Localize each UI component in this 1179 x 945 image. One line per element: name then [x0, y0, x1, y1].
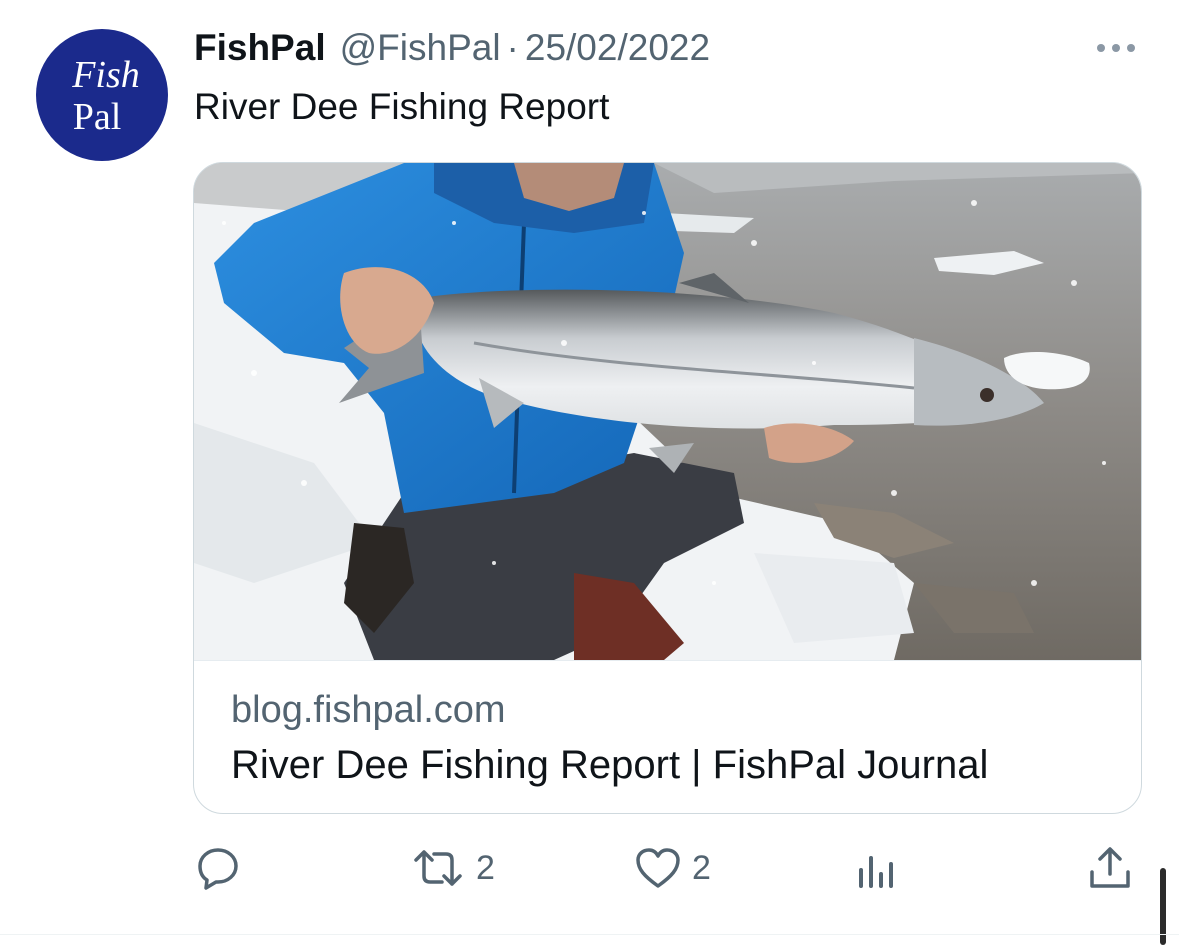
- card-title: River Dee Fishing Report | FishPal Journ…: [231, 743, 989, 787]
- avatar-logo-bottom: Pal: [72, 96, 122, 138]
- avatar-logo-top: Fish: [72, 54, 140, 96]
- header-separator: ·: [506, 27, 519, 68]
- link-card[interactable]: blog.fishpal.com River Dee Fishing Repor…: [193, 162, 1142, 814]
- card-image: [194, 163, 1141, 660]
- display-name[interactable]: FishPal: [194, 27, 326, 69]
- retweet-icon: [414, 850, 462, 886]
- more-icon: [1097, 44, 1135, 52]
- card-domain: blog.fishpal.com: [231, 689, 506, 731]
- reply-button[interactable]: [194, 838, 252, 898]
- user-handle[interactable]: @FishPal: [340, 27, 501, 69]
- avatar[interactable]: Fish Pal: [36, 29, 168, 161]
- share-icon: [1090, 847, 1130, 888]
- card-divider: [194, 660, 1141, 661]
- heart-icon: [636, 848, 680, 888]
- reply-icon: [198, 848, 238, 890]
- tweet-actions: 2 2: [0, 838, 1179, 898]
- tweet-date[interactable]: 25/02/2022: [525, 27, 710, 69]
- bottom-divider: [0, 934, 1179, 935]
- more-button[interactable]: [1092, 30, 1140, 66]
- share-button[interactable]: [1086, 838, 1134, 898]
- retweet-button[interactable]: 2: [410, 838, 495, 898]
- tweet: Fish Pal FishPal @FishPal · 25/02/2022 R…: [0, 0, 1179, 945]
- tweet-text: River Dee Fishing Report: [194, 86, 610, 127]
- tweet-header: FishPal @FishPal · 25/02/2022: [194, 22, 710, 74]
- views-button[interactable]: [853, 838, 911, 898]
- like-count: 2: [692, 848, 711, 887]
- views-icon: [859, 856, 893, 888]
- retweet-count: 2: [476, 848, 495, 887]
- like-button[interactable]: 2: [634, 838, 711, 898]
